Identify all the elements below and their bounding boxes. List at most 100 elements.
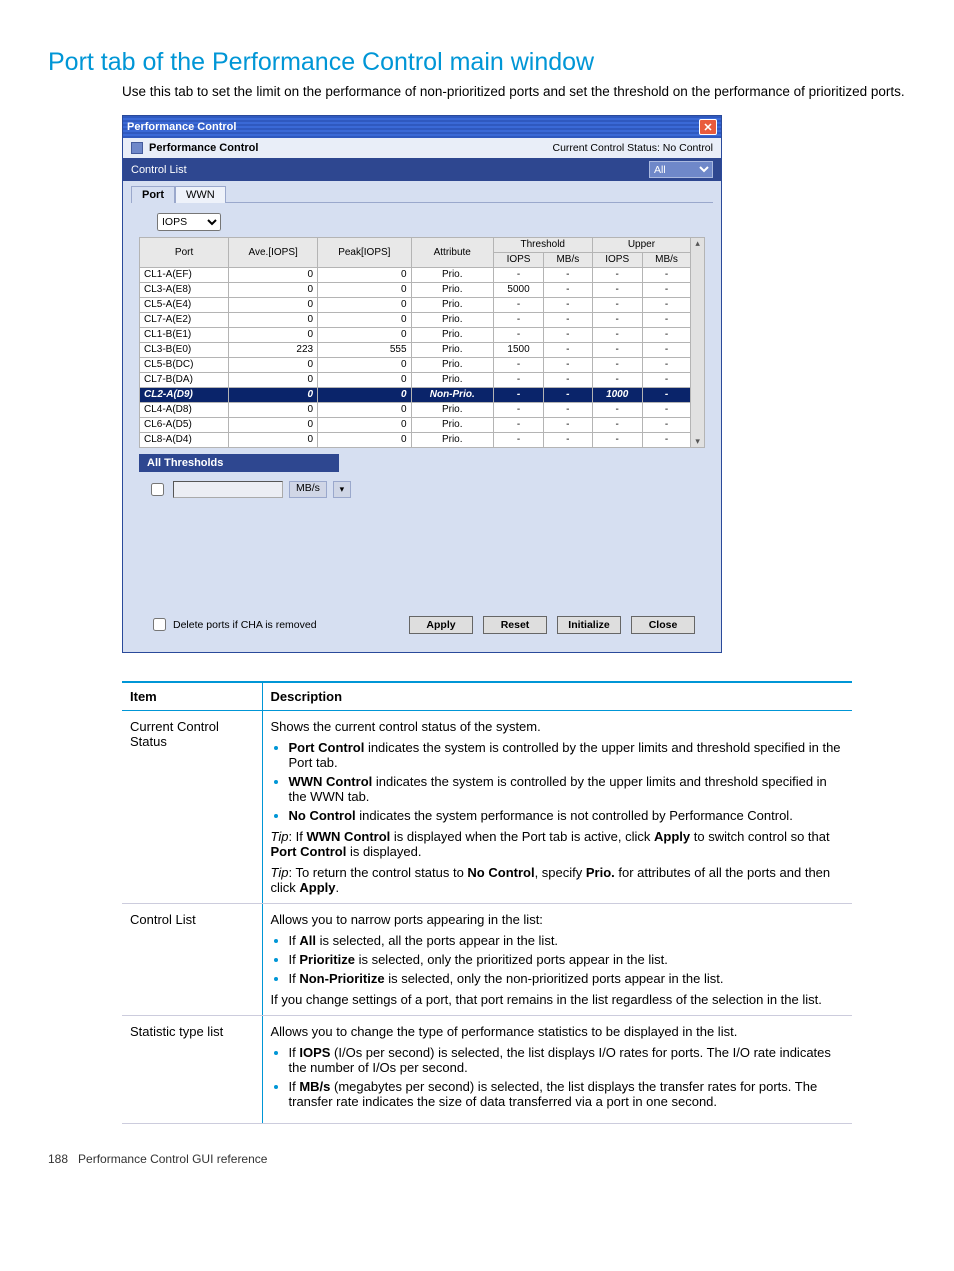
table-row[interactable]: CL3-B(E0)223555Prio.1500---: [140, 343, 691, 358]
col-attr: Attribute: [411, 238, 493, 268]
cell-attr: Prio.: [411, 313, 493, 328]
cell-t_mbs: -: [544, 268, 592, 283]
col-peak: Peak[IOPS]: [318, 238, 411, 268]
cell-ave: 0: [229, 268, 318, 283]
desc-bullet: If Prioritize is selected, only the prio…: [289, 952, 845, 967]
desc-text: Allows you to change the type of perform…: [262, 1016, 852, 1124]
cell-t_mbs: -: [544, 433, 592, 448]
cell-ave: 0: [229, 373, 318, 388]
cell-u_mbs: -: [642, 418, 691, 433]
all-thresholds-checkbox[interactable]: [151, 483, 164, 496]
cell-t_mbs: -: [544, 343, 592, 358]
cell-peak: 0: [318, 418, 411, 433]
cell-t_iops: -: [493, 268, 543, 283]
unit-dropdown-icon[interactable]: ▾: [333, 481, 351, 498]
cell-t_iops: 1500: [493, 343, 543, 358]
desc-text: Shows the current control status of the …: [262, 711, 852, 904]
all-thresholds-input[interactable]: [173, 481, 283, 498]
cell-t_iops: -: [493, 403, 543, 418]
page-footer: 188 Performance Control GUI reference: [48, 1152, 906, 1166]
table-row[interactable]: CL7-A(E2)00Prio.----: [140, 313, 691, 328]
table-row[interactable]: CL7-B(DA)00Prio.----: [140, 373, 691, 388]
cell-t_iops: -: [493, 373, 543, 388]
stat-type-select[interactable]: IOPS: [157, 213, 221, 231]
scroll-down-icon[interactable]: ▾: [691, 436, 704, 447]
cell-attr: Prio.: [411, 358, 493, 373]
cell-u_iops: -: [592, 328, 642, 343]
desc-head-item: Item: [122, 682, 262, 711]
cell-t_iops: -: [493, 418, 543, 433]
control-list-select[interactable]: All: [649, 161, 713, 178]
desc-bullet: Port Control indicates the system is con…: [289, 740, 845, 770]
cell-ave: 0: [229, 403, 318, 418]
cell-ave: 0: [229, 358, 318, 373]
table-row[interactable]: CL6-A(D5)00Prio.----: [140, 418, 691, 433]
desc-text: Allows you to narrow ports appearing in …: [262, 904, 852, 1016]
window-titlebar: Performance Control ✕: [123, 116, 721, 138]
grid-scrollbar[interactable]: ▴ ▾: [691, 237, 705, 448]
page-title: Port tab of the Performance Control main…: [48, 48, 906, 77]
initialize-button[interactable]: Initialize: [557, 616, 621, 634]
cell-ave: 0: [229, 388, 318, 403]
table-row[interactable]: CL5-B(DC)00Prio.----: [140, 358, 691, 373]
desc-bullet: No Control indicates the system performa…: [289, 808, 845, 823]
tab-wwn[interactable]: WWN: [175, 186, 226, 203]
col-upper: Upper: [592, 238, 691, 253]
cell-port: CL4-A(D8): [140, 403, 229, 418]
delete-ports-checkbox[interactable]: [153, 618, 166, 631]
cell-t_iops: -: [493, 358, 543, 373]
cell-u_mbs: -: [642, 433, 691, 448]
delete-ports-checkbox-label[interactable]: Delete ports if CHA is removed: [149, 615, 317, 634]
cell-peak: 0: [318, 433, 411, 448]
section-icon: [131, 142, 143, 154]
desc-para: Allows you to change the type of perform…: [271, 1024, 845, 1039]
cell-port: CL6-A(D5): [140, 418, 229, 433]
apply-button[interactable]: Apply: [409, 616, 473, 634]
window-title: Performance Control: [127, 121, 236, 133]
reset-button[interactable]: Reset: [483, 616, 547, 634]
cell-t_mbs: -: [544, 313, 592, 328]
close-button[interactable]: Close: [631, 616, 695, 634]
cell-attr: Prio.: [411, 418, 493, 433]
desc-para: Allows you to narrow ports appearing in …: [271, 912, 845, 927]
cell-u_mbs: -: [642, 403, 691, 418]
cell-u_iops: -: [592, 298, 642, 313]
cell-u_iops: -: [592, 418, 642, 433]
cell-u_iops: -: [592, 373, 642, 388]
desc-row-current-control-status: Current Control Status Shows the current…: [122, 711, 852, 904]
cell-u_mbs: -: [642, 388, 691, 403]
control-list-bar: Control List All: [123, 158, 721, 181]
cell-port: CL3-B(E0): [140, 343, 229, 358]
cell-t_mbs: -: [544, 403, 592, 418]
cell-u_iops: -: [592, 343, 642, 358]
desc-para: If you change settings of a port, that p…: [271, 992, 845, 1007]
desc-head-desc: Description: [262, 682, 852, 711]
cell-peak: 0: [318, 298, 411, 313]
table-row[interactable]: CL8-A(D4)00Prio.----: [140, 433, 691, 448]
footer-text: Performance Control GUI reference: [78, 1152, 267, 1166]
cell-attr: Prio.: [411, 283, 493, 298]
desc-bullet: WWN Control indicates the system is cont…: [289, 774, 845, 804]
cell-u_mbs: -: [642, 268, 691, 283]
table-row[interactable]: CL1-B(E1)00Prio.----: [140, 328, 691, 343]
cell-attr: Prio.: [411, 343, 493, 358]
cell-attr: Prio.: [411, 403, 493, 418]
cell-port: CL8-A(D4): [140, 433, 229, 448]
table-row[interactable]: CL2-A(D9)00Non-Prio.--1000-: [140, 388, 691, 403]
close-icon[interactable]: ✕: [699, 119, 717, 135]
table-row[interactable]: CL5-A(E4)00Prio.----: [140, 298, 691, 313]
cell-u_mbs: -: [642, 358, 691, 373]
table-row[interactable]: CL1-A(EF)00Prio.----: [140, 268, 691, 283]
cell-u_mbs: -: [642, 373, 691, 388]
desc-para: Shows the current control status of the …: [271, 719, 845, 734]
table-row[interactable]: CL3-A(E8)00Prio.5000---: [140, 283, 691, 298]
desc-row-control-list: Control List Allows you to narrow ports …: [122, 904, 852, 1016]
tab-port[interactable]: Port: [131, 186, 175, 203]
scroll-up-icon[interactable]: ▴: [691, 238, 704, 249]
page-intro: Use this tab to set the limit on the per…: [122, 83, 906, 101]
cell-peak: 0: [318, 403, 411, 418]
cell-port: CL1-B(E1): [140, 328, 229, 343]
table-row[interactable]: CL4-A(D8)00Prio.----: [140, 403, 691, 418]
cell-u_mbs: -: [642, 313, 691, 328]
desc-item: Current Control Status: [122, 711, 262, 904]
